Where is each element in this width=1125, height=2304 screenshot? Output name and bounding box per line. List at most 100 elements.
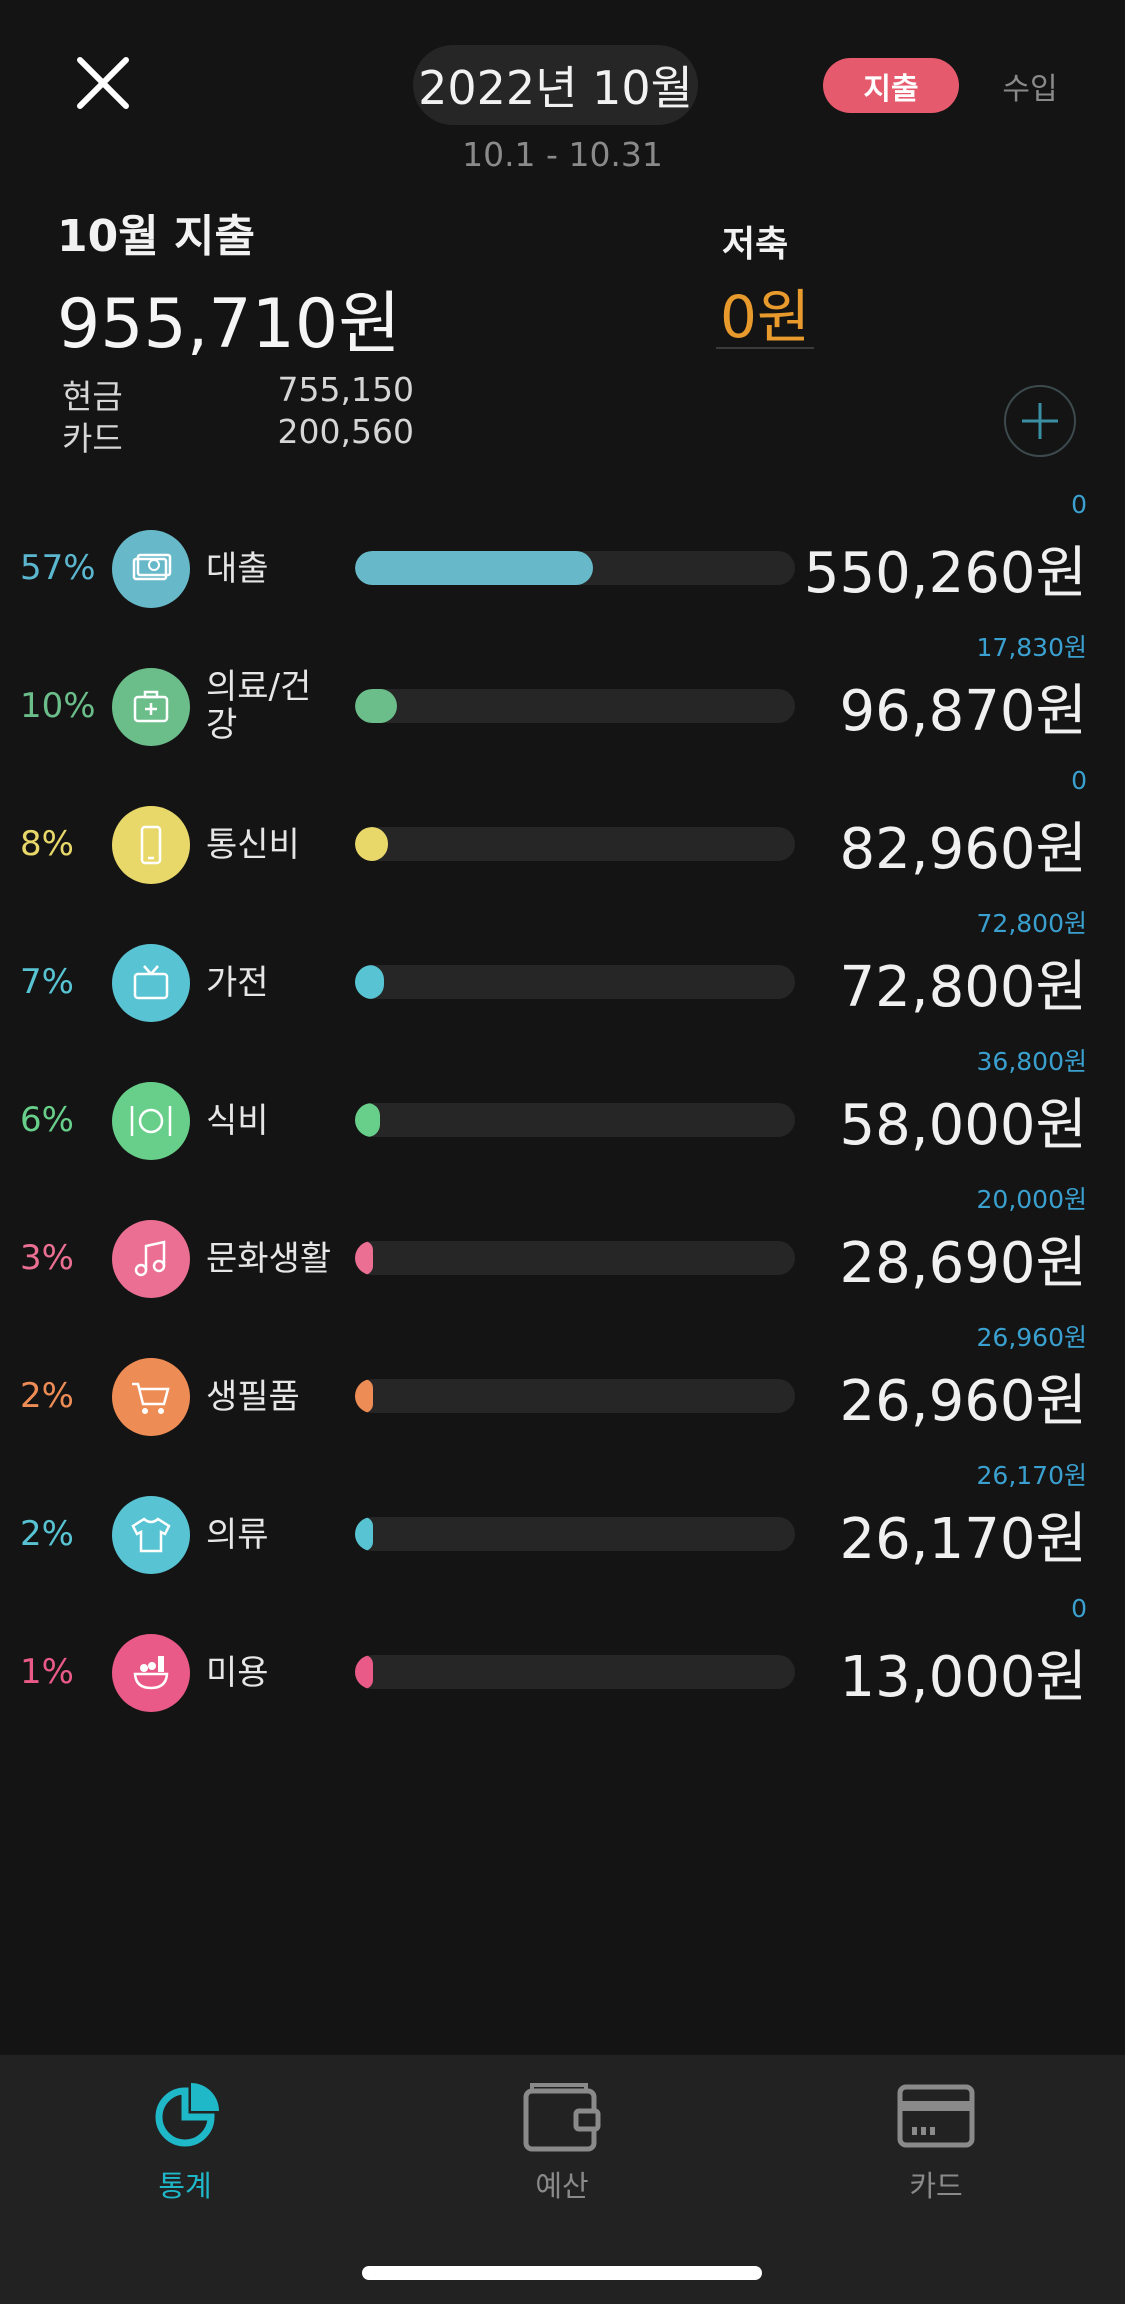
category-row[interactable]: 10% 의료/건강 17,830원 96,870원 — [0, 633, 1125, 776]
nav-budget-label: 예산 — [535, 2169, 589, 2203]
cash-row: 현금 755,150 — [62, 370, 414, 418]
date-range: 10.1 - 10.31 — [462, 135, 663, 174]
category-amount: 550,260원 — [803, 541, 1087, 606]
category-name: 가전 — [206, 963, 269, 1003]
category-percent: 7% — [20, 962, 74, 1002]
expense-title: 10월 지출 — [57, 211, 255, 262]
category-amount: 28,690원 — [839, 1231, 1087, 1296]
category-progress-fill — [355, 1241, 373, 1275]
pie-chart-icon — [155, 2083, 219, 2147]
nav-card[interactable]: 카드 — [856, 2077, 1016, 2237]
beauty-icon — [112, 1634, 190, 1712]
category-percent: 2% — [20, 1514, 74, 1554]
category-progress-track — [355, 689, 795, 723]
savings-underline — [716, 347, 814, 349]
nav-stats-label: 통계 — [158, 2169, 212, 2203]
medical-kit-icon — [112, 668, 190, 746]
category-progress-fill — [355, 551, 593, 585]
category-progress-track — [355, 551, 795, 585]
category-percent: 57% — [20, 548, 96, 588]
savings-label: 저축 — [722, 224, 789, 265]
category-progress-track — [355, 1379, 795, 1413]
category-progress-track — [355, 1517, 795, 1551]
category-progress-track — [355, 827, 795, 861]
category-percent: 1% — [20, 1652, 74, 1692]
card-row: 카드 200,560 — [62, 412, 414, 460]
card-label: 카드 — [62, 419, 123, 458]
category-budget: 72,800원 — [976, 909, 1087, 938]
card-value: 200,560 — [277, 412, 414, 451]
category-name: 대출 — [206, 549, 269, 589]
category-row[interactable]: 57% 대출 0 550,260원 — [0, 490, 1125, 638]
tab-expense[interactable]: 지출 — [823, 58, 959, 113]
category-row[interactable]: 2% 생필품 26,960원 26,960원 — [0, 1323, 1125, 1466]
category-budget: 26,960원 — [976, 1323, 1087, 1352]
phone-icon — [112, 806, 190, 884]
cart-icon — [112, 1358, 190, 1436]
close-button[interactable] — [70, 50, 136, 116]
wallet-icon — [523, 2083, 601, 2152]
category-percent: 10% — [20, 686, 96, 726]
tab-income[interactable]: 수입 — [985, 58, 1075, 113]
savings-value[interactable]: 0원 — [720, 270, 810, 354]
category-name: 의료/건강 — [206, 667, 312, 745]
category-budget: 20,000원 — [976, 1185, 1087, 1214]
category-name: 생필품 — [206, 1377, 300, 1417]
add-button[interactable] — [1004, 385, 1076, 457]
credit-card-icon — [897, 2084, 975, 2148]
category-progress-fill — [355, 1379, 373, 1413]
category-percent: 2% — [20, 1376, 74, 1416]
category-progress-fill — [355, 689, 397, 723]
category-progress-fill — [355, 827, 388, 861]
category-budget: 0 — [1071, 766, 1087, 795]
tv-icon — [112, 944, 190, 1022]
category-name: 식비 — [206, 1101, 269, 1141]
category-row[interactable]: 7% 가전 72,800원 72,800원 — [0, 909, 1125, 1052]
nav-stats[interactable]: 통계 — [105, 2077, 265, 2237]
category-progress-track — [355, 1103, 795, 1137]
category-progress-fill — [355, 1103, 380, 1137]
category-budget: 26,170원 — [976, 1461, 1087, 1490]
category-name: 통신비 — [206, 825, 300, 865]
category-row[interactable]: 2% 의류 26,170원 26,170원 — [0, 1461, 1125, 1604]
category-amount: 82,960원 — [839, 817, 1087, 882]
category-row[interactable]: 6% 식비 36,800원 58,000원 — [0, 1047, 1125, 1190]
category-amount: 96,870원 — [839, 679, 1087, 744]
category-budget: 0 — [1071, 1594, 1087, 1623]
category-progress-fill — [355, 1517, 373, 1551]
category-progress-fill — [355, 1655, 373, 1689]
expense-total: 955,710원 — [57, 285, 401, 364]
category-amount: 58,000원 — [839, 1093, 1087, 1158]
category-row[interactable]: 3% 문화생활 20,000원 28,690원 — [0, 1185, 1125, 1328]
category-row[interactable]: 1% 미용 0 13,000원 — [0, 1594, 1125, 1742]
category-name: 의류 — [206, 1515, 269, 1555]
category-budget: 17,830원 — [976, 633, 1087, 662]
cash-value: 755,150 — [277, 370, 414, 409]
category-amount: 72,800원 — [839, 955, 1087, 1020]
nav-budget[interactable]: 예산 — [482, 2077, 642, 2237]
category-name: 문화생활 — [206, 1239, 332, 1279]
category-budget: 36,800원 — [976, 1047, 1087, 1076]
category-amount: 26,170원 — [839, 1507, 1087, 1572]
category-progress-track — [355, 1241, 795, 1275]
month-selector[interactable]: 2022년 10월 — [413, 45, 698, 125]
close-icon — [77, 57, 129, 109]
music-icon — [112, 1220, 190, 1298]
category-percent: 6% — [20, 1100, 74, 1140]
category-row[interactable]: 8% 통신비 0 82,960원 — [0, 766, 1125, 914]
shirt-icon — [112, 1496, 190, 1574]
home-indicator — [362, 2266, 762, 2280]
category-progress-track — [355, 965, 795, 999]
category-amount: 26,960원 — [839, 1369, 1087, 1434]
nav-card-label: 카드 — [909, 2169, 963, 2203]
category-percent: 8% — [20, 824, 74, 864]
category-name: 미용 — [206, 1653, 269, 1693]
money-icon — [112, 530, 190, 608]
dining-icon — [112, 1082, 190, 1160]
cash-label: 현금 — [62, 377, 123, 416]
plus-icon — [1022, 403, 1058, 439]
category-percent: 3% — [20, 1238, 74, 1278]
category-budget: 0 — [1071, 490, 1087, 519]
category-progress-track — [355, 1655, 795, 1689]
category-progress-fill — [355, 965, 384, 999]
